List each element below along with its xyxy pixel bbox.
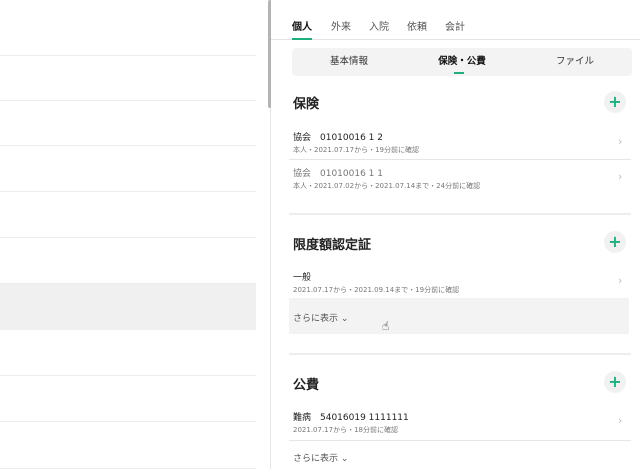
list-item[interactable] [0, 238, 256, 284]
list-item[interactable] [0, 376, 256, 422]
chevron-right-icon: › [618, 170, 623, 183]
insurance-item-title: 協会 01010016 1 1 [293, 169, 383, 179]
tab-personal[interactable]: 個人 [292, 18, 312, 33]
active-subtab-indicator [454, 72, 464, 74]
section-title-limit-certificate: 限度額認定証 [293, 238, 372, 253]
public-expense-item[interactable]: 難病 54016019 1111111 2021.07.17から・18分前に確認 [289, 410, 627, 436]
patient-list-pane [0, 0, 270, 469]
hand-cursor-icon: ☝ [382, 319, 390, 333]
tab-outpatient[interactable]: 外来 [331, 18, 351, 33]
section-title-insurance: 保険 [293, 97, 320, 112]
list-item[interactable] [0, 330, 256, 376]
show-more-button[interactable]: さらに表示 ⌄ [293, 311, 348, 324]
insurance-item-sub: 本人・2021.07.17から・19分前に確認 [293, 146, 419, 154]
list-item[interactable] [0, 146, 256, 192]
public-item-title: 難病 54016019 1111111 [293, 413, 409, 423]
chevron-right-icon: › [618, 414, 623, 427]
list-item-selected[interactable] [0, 284, 256, 330]
list-item[interactable] [0, 56, 256, 101]
active-tab-indicator [292, 38, 312, 40]
section-divider [289, 213, 631, 215]
list-item[interactable] [0, 192, 256, 238]
chevron-right-icon: › [618, 274, 623, 287]
chevron-right-icon: › [618, 135, 623, 148]
divider [289, 440, 631, 441]
add-public-expense-button[interactable]: + [604, 371, 626, 393]
add-limit-certificate-button[interactable]: + [604, 231, 626, 253]
plus-icon: + [608, 92, 622, 111]
tab-inpatient[interactable]: 入院 [369, 18, 389, 33]
section-divider [289, 353, 631, 355]
plus-icon: + [608, 232, 622, 251]
list-item[interactable] [0, 422, 256, 469]
insurance-item[interactable]: 協会 01010016 1 2 本人・2021.07.17から・19分前に確認 [289, 130, 627, 156]
subtab-files[interactable]: ファイル [518, 48, 632, 76]
list-item[interactable] [0, 101, 256, 146]
plus-icon: + [608, 372, 622, 391]
list-item[interactable] [0, 0, 256, 56]
limit-item-sub: 2021.07.17から・2021.09.14まで・19分前に確認 [293, 286, 460, 294]
insurance-item[interactable]: 協会 01010016 1 1 本人・2021.07.02から・2021.07.… [289, 166, 627, 192]
public-item-sub: 2021.07.17から・18分前に確認 [293, 426, 398, 434]
tab-billing[interactable]: 会計 [445, 18, 465, 33]
subtab-basic-info[interactable]: 基本情報 [292, 48, 406, 76]
tab-request[interactable]: 依頼 [407, 18, 427, 33]
limit-certificate-item[interactable]: 一般 2021.07.17から・2021.09.14まで・19分前に確認 [289, 270, 627, 296]
show-more-button[interactable]: さらに表示 ⌄ [293, 451, 348, 464]
detail-pane: 個人 外来 入院 依頼 会計 基本情報 保険・公費 ファイル 保険 + 協会 0… [271, 0, 640, 469]
divider [289, 159, 631, 160]
main-tabs: 個人 外来 入院 依頼 会計 [271, 0, 640, 40]
insurance-item-sub: 本人・2021.07.02から・2021.07.14まで・24分前に確認 [293, 182, 481, 190]
add-insurance-button[interactable]: + [604, 91, 626, 113]
insurance-item-title: 協会 01010016 1 2 [293, 133, 383, 143]
limit-item-title: 一般 [293, 273, 312, 283]
section-title-public-expense: 公費 [293, 378, 320, 393]
